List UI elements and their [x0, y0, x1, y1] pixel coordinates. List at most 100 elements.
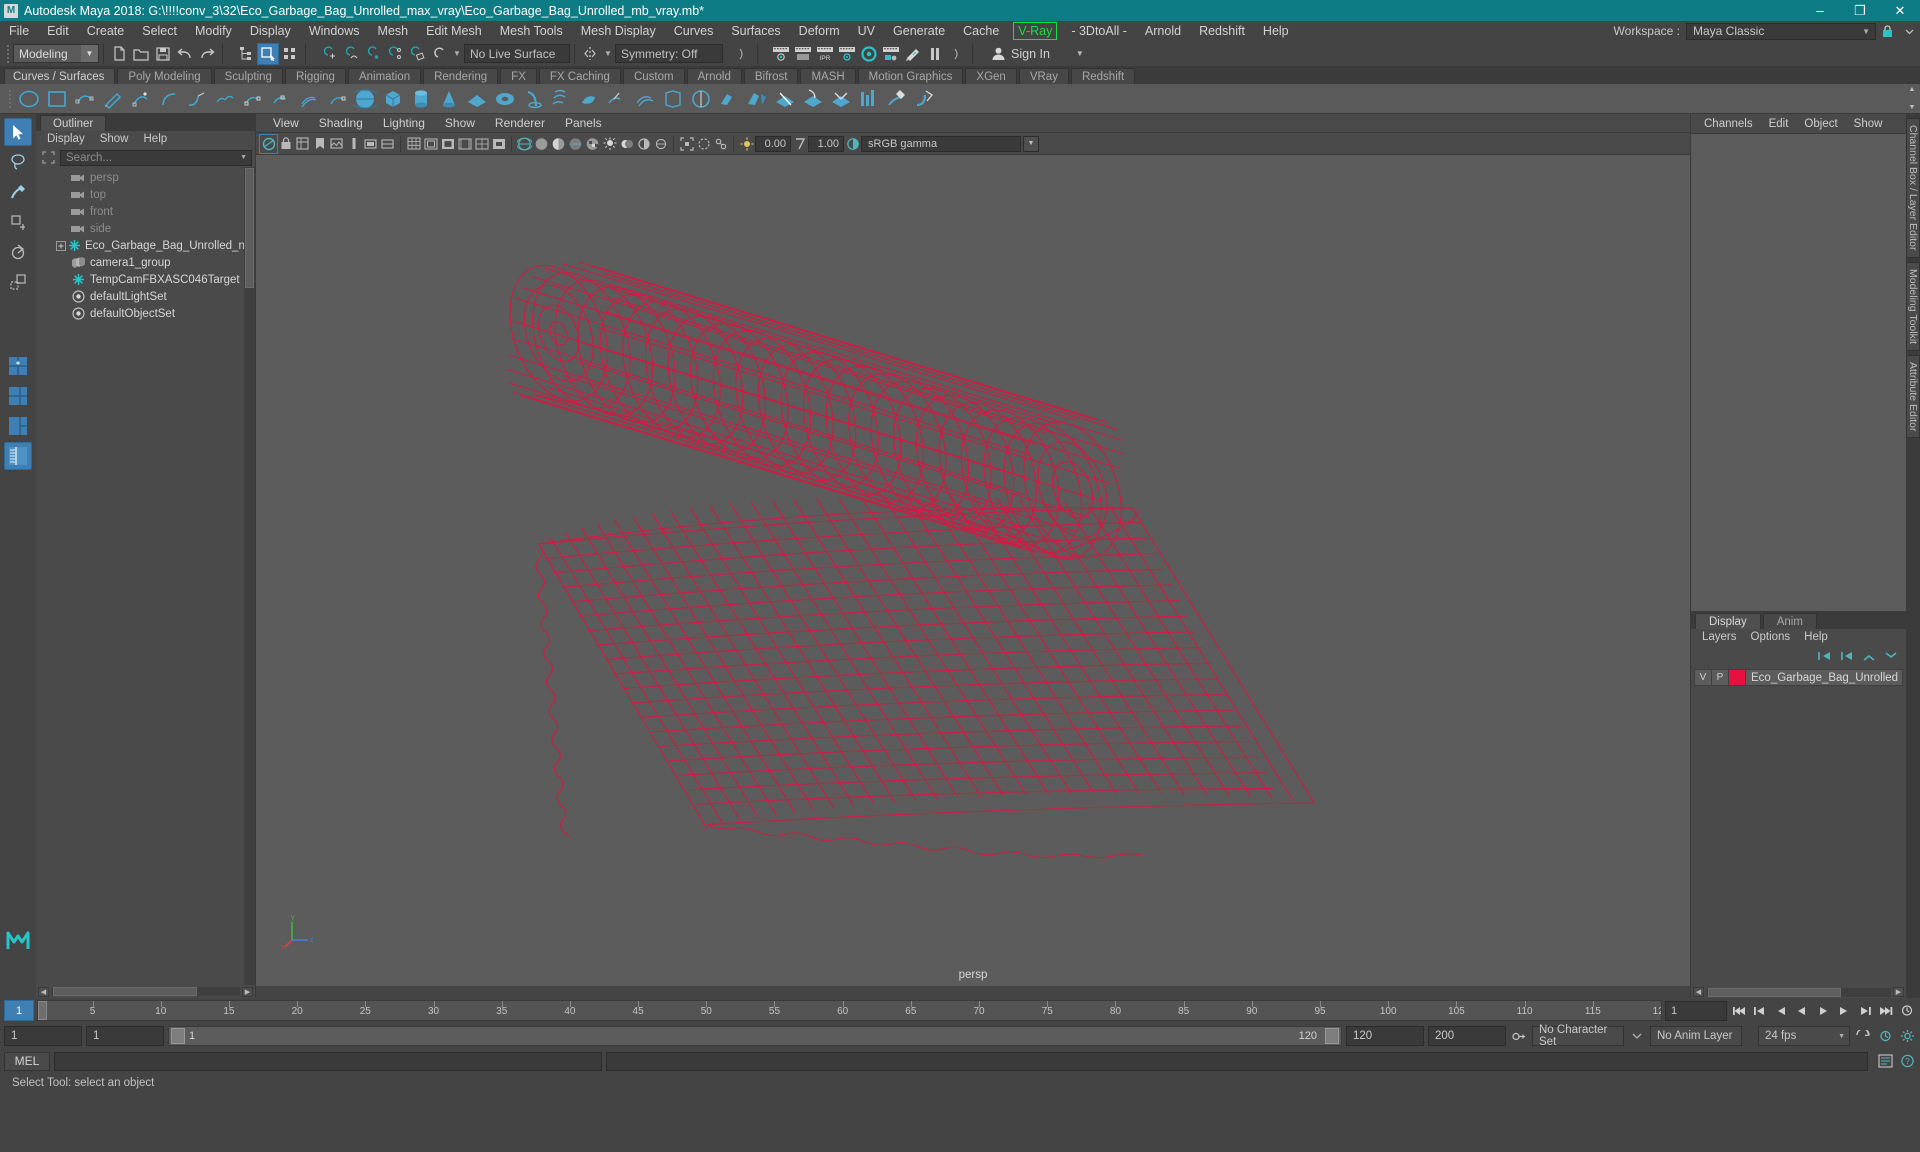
menu-mesh-display[interactable]: Mesh Display	[572, 21, 665, 41]
sculpt-geometry-button[interactable]	[883, 85, 911, 113]
redo-button[interactable]	[196, 43, 218, 65]
outliner-item-top[interactable]: top	[36, 186, 255, 203]
arc-tool-button[interactable]	[155, 85, 183, 113]
shelf-grip[interactable]	[6, 88, 13, 110]
exposure-icon[interactable]	[738, 135, 755, 153]
snap-to-grid-button[interactable]	[318, 43, 340, 65]
workspace-select[interactable]: Maya Classic ▼	[1686, 22, 1876, 40]
shelf-tab-sculpting[interactable]: Sculpting	[213, 68, 283, 84]
selection-bracket-icon[interactable]	[39, 150, 57, 166]
shelf-tab-xgen[interactable]: XGen	[965, 68, 1017, 84]
textured-icon[interactable]	[584, 135, 601, 153]
revolve-button[interactable]	[519, 85, 547, 113]
layer-list[interactable]: V P Eco_Garbage_Bag_Unrolled	[1691, 666, 1906, 986]
layer-playback-cell[interactable]: P	[1712, 670, 1729, 685]
exposure-field[interactable]: 0.00	[755, 135, 791, 152]
bevel-button[interactable]	[715, 85, 743, 113]
anim-end-field[interactable]: 200	[1428, 1026, 1506, 1046]
range-slider-track[interactable]: 1 120	[168, 1026, 1342, 1046]
use-all-lights-icon[interactable]	[601, 135, 618, 153]
current-time-field[interactable]: 1	[1665, 1000, 1727, 1021]
auto-key-icon[interactable]	[1510, 1026, 1528, 1046]
anim-layer-menu-icon[interactable]	[1628, 1026, 1646, 1046]
menu-modify[interactable]: Modify	[186, 21, 241, 41]
render-view-button[interactable]	[880, 43, 902, 65]
shadows-icon[interactable]	[618, 135, 635, 153]
menu-select[interactable]: Select	[133, 21, 186, 41]
snap-to-point-button[interactable]	[362, 43, 384, 65]
shelf-tab-redshift[interactable]: Redshift	[1070, 68, 1136, 84]
camera-attributes-icon[interactable]	[294, 135, 311, 153]
shelf-tab-rendering[interactable]: Rendering	[423, 68, 499, 84]
menu-uv[interactable]: UV	[849, 21, 884, 41]
render-current-frame-button[interactable]	[770, 43, 792, 65]
ep-curve-tool-button[interactable]	[127, 85, 155, 113]
step-forward-key-icon[interactable]	[1856, 1001, 1874, 1021]
render-settings-button[interactable]	[836, 43, 858, 65]
range-left-handle[interactable]	[171, 1028, 185, 1044]
move-tool-button[interactable]	[4, 208, 32, 236]
chevron-down-panel-icon[interactable]	[1898, 22, 1920, 40]
outliner-search-input[interactable]: Search... ▼	[60, 149, 252, 166]
detach-curves-button[interactable]	[239, 85, 267, 113]
viewport-menu-view[interactable]: View	[264, 114, 308, 133]
range-start-field[interactable]: 1	[86, 1026, 164, 1046]
mel-output-field[interactable]	[606, 1051, 1868, 1071]
move-layer-down-icon[interactable]	[1883, 649, 1898, 664]
playback-speed-select[interactable]: 24 fps ▼	[1758, 1026, 1850, 1046]
redo-render-button[interactable]	[792, 43, 814, 65]
outliner-item-camera1-group[interactable]: camera1_group	[36, 254, 255, 271]
shelf-tab-animation[interactable]: Animation	[347, 68, 422, 84]
field-chart-icon[interactable]	[473, 135, 490, 153]
toolbar-grip[interactable]	[4, 43, 11, 65]
symmetry-toggle-button[interactable]	[579, 43, 601, 65]
menu-help[interactable]: Help	[1254, 21, 1298, 41]
make-live-button[interactable]	[428, 43, 450, 65]
birail-button[interactable]	[631, 85, 659, 113]
select-camera-icon[interactable]	[259, 133, 278, 154]
surface-fillet-button[interactable]	[911, 85, 939, 113]
range-end-field[interactable]: 120	[1346, 1026, 1424, 1046]
nurbs-square-button[interactable]	[43, 85, 71, 113]
curve-point-button[interactable]	[323, 85, 351, 113]
range-right-handle[interactable]	[1325, 1028, 1339, 1044]
resolution-gate-icon[interactable]	[439, 135, 456, 153]
save-scene-button[interactable]	[152, 43, 174, 65]
gate-mask-icon[interactable]	[362, 135, 379, 153]
viewport-menu-renderer[interactable]: Renderer	[486, 114, 554, 133]
chevron-down-icon[interactable]: ▼	[1023, 135, 1039, 152]
outliner-item-default-object-set[interactable]: defaultObjectSet	[36, 305, 255, 322]
pencil-curve-tool-button[interactable]	[99, 85, 127, 113]
ipr-render-button[interactable]: IPR	[814, 43, 836, 65]
animation-preferences-icon[interactable]	[1898, 1001, 1916, 1021]
scroll-right-icon[interactable]: ▶	[242, 986, 253, 997]
shaded-wireframe-icon[interactable]	[567, 135, 584, 153]
menu-redshift[interactable]: Redshift	[1190, 21, 1254, 41]
toggle-ipr-button[interactable]	[902, 43, 924, 65]
layer-menu-help[interactable]: Help	[1797, 629, 1835, 646]
expand-toolbar-icon[interactable]	[731, 43, 753, 65]
shelf-tab-custom[interactable]: Custom	[622, 68, 685, 84]
lock-camera-icon[interactable]	[277, 135, 294, 153]
layer-row[interactable]: V P Eco_Garbage_Bag_Unrolled	[1694, 669, 1903, 686]
film-gate-icon[interactable]	[422, 135, 439, 153]
move-layer-up-icon[interactable]	[1861, 649, 1876, 664]
viewport-menu-shading[interactable]: Shading	[310, 114, 372, 133]
shelf-tab-arnold[interactable]: Arnold	[686, 68, 742, 84]
cut-curve-button[interactable]	[267, 85, 295, 113]
go-to-end-icon[interactable]	[1877, 1001, 1895, 1021]
channelbox-menu-edit[interactable]: Edit	[1762, 114, 1796, 134]
step-back-frame-icon[interactable]	[1772, 1001, 1790, 1021]
menu-cache[interactable]: Cache	[954, 21, 1008, 41]
planar-surface-button[interactable]	[575, 85, 603, 113]
shelf-tab-poly-modeling[interactable]: Poly Modeling	[117, 68, 212, 84]
layer-horizontal-scrollbar[interactable]: ◀ ▶	[1691, 986, 1906, 998]
anim-start-field[interactable]: 1	[4, 1026, 82, 1046]
shelf-tab-rigging[interactable]: Rigging	[284, 68, 346, 84]
layout-persp-outliner-button[interactable]	[4, 442, 32, 470]
new-layer-icon[interactable]	[1817, 649, 1832, 664]
menu-deform[interactable]: Deform	[790, 21, 849, 41]
shelf-tab-motion-graphics[interactable]: Motion Graphics	[857, 68, 964, 84]
shelf-tab-vray[interactable]: VRay	[1018, 68, 1069, 84]
square-surface-button[interactable]	[687, 85, 715, 113]
